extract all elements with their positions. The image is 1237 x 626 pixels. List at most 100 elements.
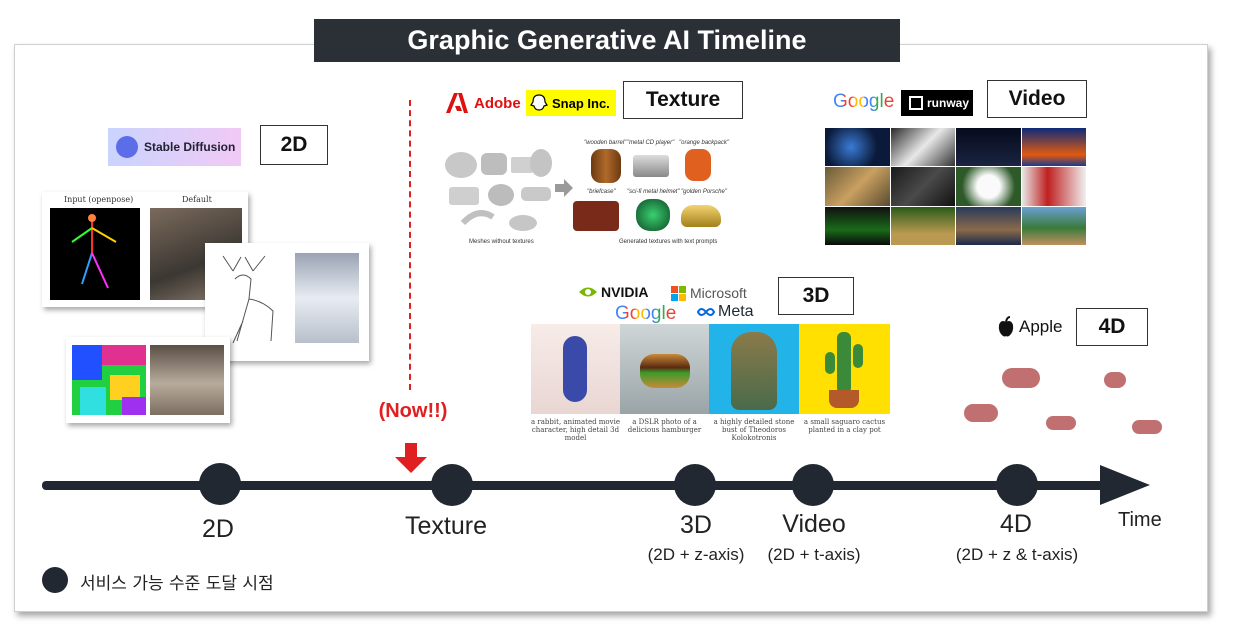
- adobe-label: Adobe: [474, 94, 521, 112]
- living-room-photo: [150, 345, 224, 415]
- runway-logo: runway: [901, 90, 973, 116]
- wooden-barrel: [591, 149, 621, 183]
- milestone-label-video: Video: [782, 510, 846, 538]
- video-frame: [956, 206, 1021, 245]
- milestone-dot-video: [792, 464, 834, 506]
- meta-infinity-icon: [696, 308, 716, 316]
- room-image-card: [66, 337, 230, 423]
- timeline-arrowhead-icon: [1100, 465, 1150, 505]
- snap-label: Snap Inc.: [552, 95, 610, 111]
- tag-texture: Texture: [623, 81, 743, 119]
- apple-icon: [998, 316, 1014, 337]
- video-frame: [825, 206, 890, 245]
- milestone-label-4d: 4D: [1000, 510, 1032, 538]
- video-frame: [1021, 167, 1086, 206]
- animal-figure: [1132, 420, 1162, 434]
- now-arrow-icon: [395, 443, 427, 473]
- milestone-sub-video: (2D + t-axis): [767, 545, 861, 564]
- snap-ghost-icon: [530, 94, 548, 111]
- stone-bust-caption: a highly detailed stone bust of Theodoro…: [713, 418, 795, 442]
- stable-diffusion-label: Stable Diffusion: [144, 140, 236, 154]
- video-frame: [890, 206, 955, 245]
- texture-label-1: "wooden barrel": [584, 140, 627, 146]
- nvidia-logo: NVIDIA: [578, 284, 648, 300]
- video-frame: [825, 167, 890, 206]
- microsoft-label: Microsoft: [690, 285, 747, 301]
- milestone-sub-4d: (2D + z & t-axis): [955, 545, 1079, 564]
- video-frame: [825, 128, 890, 167]
- rabbit-caption: a rabbit, animated movie character, high…: [531, 418, 620, 442]
- golden-porsche: [681, 205, 721, 227]
- scifi-helmet: [636, 199, 670, 231]
- legend-dot: [42, 567, 68, 593]
- video-frame: [956, 167, 1021, 206]
- milestone-dot-4d: [996, 464, 1038, 506]
- deer-sketch-image: [222, 255, 274, 344]
- microsoft-logo: Microsoft: [671, 285, 747, 301]
- cd-player: [633, 155, 669, 177]
- animal-figure: [964, 404, 998, 422]
- untextured-meshes: [445, 149, 552, 231]
- video-frame: [890, 128, 955, 167]
- milestone-label-3d: 3D: [680, 511, 712, 539]
- milestone-dot-2d: [199, 463, 241, 505]
- video-frame: [956, 128, 1021, 167]
- now-label: (Now!!): [378, 400, 448, 422]
- animal-figure: [1104, 372, 1126, 388]
- tag-3d: 3D: [778, 277, 854, 315]
- video-frames-grid: [825, 128, 1086, 245]
- hamburger-caption: a DSLR photo of a delicious hamburger: [627, 418, 702, 434]
- openpose-skeleton-image: [50, 208, 140, 300]
- meta-logo: Meta: [696, 303, 754, 321]
- now-dashed-line: [409, 100, 411, 390]
- texture-label-4: "briefcase": [587, 189, 616, 195]
- page-title: Graphic Generative AI Timeline: [314, 19, 900, 62]
- generated-caption: Generated textures with text prompts: [619, 239, 718, 245]
- texture-generation-image: "wooden barrel" "metal CD player" "orang…: [441, 135, 731, 251]
- texture-label-3: "orange backpack": [679, 140, 729, 146]
- runway-label: runway: [927, 96, 970, 110]
- pose-default-label: Default: [182, 195, 212, 204]
- time-axis-label: Time: [1118, 509, 1162, 531]
- google-logo-3d: Google: [615, 303, 676, 325]
- rabbit-render: [531, 324, 620, 414]
- texture-label-2: "metal CD player": [627, 140, 675, 146]
- milestone-label-2d: 2D: [202, 515, 234, 543]
- stable-diffusion-icon: [116, 136, 138, 158]
- milestone-dot-3d: [674, 464, 716, 506]
- briefcase: [573, 201, 619, 231]
- hamburger-render: [620, 324, 709, 414]
- animal-figure: [1046, 416, 1076, 430]
- tag-video: Video: [987, 80, 1087, 118]
- animal-figure: [1002, 368, 1040, 388]
- video-frame: [890, 167, 955, 206]
- pose-input-label: Input (openpose): [64, 195, 134, 204]
- tag-4d: 4D: [1076, 308, 1148, 346]
- stable-diffusion-logo: Stable Diffusion: [108, 128, 241, 166]
- meshes-caption: Meshes without textures: [469, 239, 534, 245]
- animated-animals-image: [950, 356, 1170, 448]
- legend-label: 서비스 가능 수준 도달 시점: [80, 574, 274, 594]
- texture-label-6: "golden Porsche": [681, 189, 727, 195]
- milestone-sub-3d: (2D + z-axis): [647, 545, 745, 564]
- stone-bust-render: [709, 324, 799, 414]
- apple-logo: Apple: [997, 316, 1062, 338]
- apple-label: Apple: [1019, 317, 1063, 336]
- adobe-icon: [446, 93, 468, 113]
- nvidia-label: NVIDIA: [601, 284, 649, 300]
- microsoft-icon: [671, 285, 686, 301]
- video-frame: [1021, 128, 1086, 167]
- video-frame: [1021, 206, 1086, 245]
- orange-backpack: [685, 149, 711, 181]
- nvidia-eye-icon: [579, 287, 597, 297]
- white-deer-photo: [295, 253, 359, 343]
- milestone-dot-texture: [431, 464, 473, 506]
- segmentation-map-image: [72, 345, 146, 415]
- tag-2d: 2D: [260, 125, 328, 165]
- arrow-icon: [555, 179, 573, 197]
- cactus-caption: a small saguaro cactus planted in a clay…: [803, 418, 886, 434]
- google-label-video: Google: [833, 91, 895, 112]
- google-label-3d: Google: [615, 303, 677, 324]
- three-d-samples: a rabbit, animated movie character, high…: [531, 324, 890, 446]
- snap-logo: Snap Inc.: [526, 90, 616, 116]
